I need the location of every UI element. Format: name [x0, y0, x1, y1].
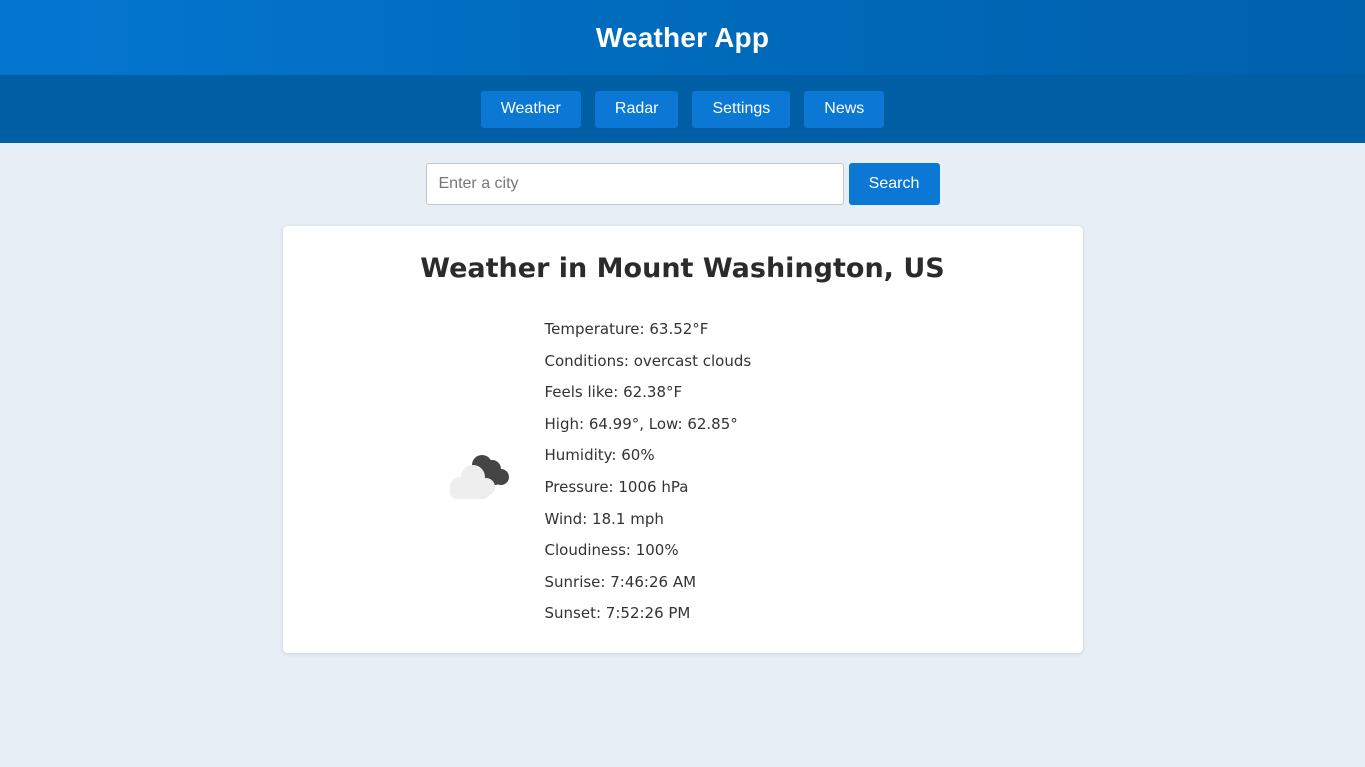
- detail-sunrise: Sunrise: 7:46:26 AM: [544, 572, 697, 591]
- nav-weather-button[interactable]: Weather: [480, 90, 581, 128]
- app-title: Weather App: [595, 21, 770, 53]
- detail-high-low: High: 64.99°, Low: 62.85°: [544, 414, 738, 433]
- weather-heading: Weather in Mount Washington, US: [420, 253, 945, 284]
- detail-pressure: Pressure: 1006 hPa: [544, 477, 689, 496]
- weather-body: Temperature: 63.52°F Conditions: overcas…: [283, 314, 1083, 636]
- detail-conditions: Conditions: overcast clouds: [544, 351, 752, 370]
- weather-details: Temperature: 63.52°F Conditions: overcas…: [545, 314, 1083, 636]
- nav-settings-button[interactable]: Settings: [692, 90, 791, 128]
- detail-sunset: Sunset: 7:52:26 PM: [544, 604, 691, 623]
- nav-radar-button[interactable]: Radar: [594, 90, 679, 128]
- search-bar: Search: [0, 163, 1365, 205]
- weather-card: Weather in Mount Washington, US Temperat…: [282, 226, 1083, 653]
- detail-wind: Wind: 18.1 mph: [544, 509, 664, 528]
- detail-temperature: Temperature: 63.52°F: [544, 320, 709, 338]
- detail-cloudiness: Cloudiness: 100%: [544, 541, 679, 560]
- city-search-input[interactable]: [425, 163, 844, 205]
- overcast-clouds-icon: [449, 455, 509, 499]
- nav-news-button[interactable]: News: [804, 90, 885, 128]
- main-nav: Weather Radar Settings News: [0, 75, 1365, 143]
- app-header: Weather App: [0, 0, 1365, 75]
- search-button[interactable]: Search: [848, 163, 940, 205]
- detail-humidity: Humidity: 60%: [544, 446, 655, 465]
- weather-icon-container: [440, 314, 545, 636]
- detail-feels-like: Feels like: 62.38°F: [544, 383, 683, 402]
